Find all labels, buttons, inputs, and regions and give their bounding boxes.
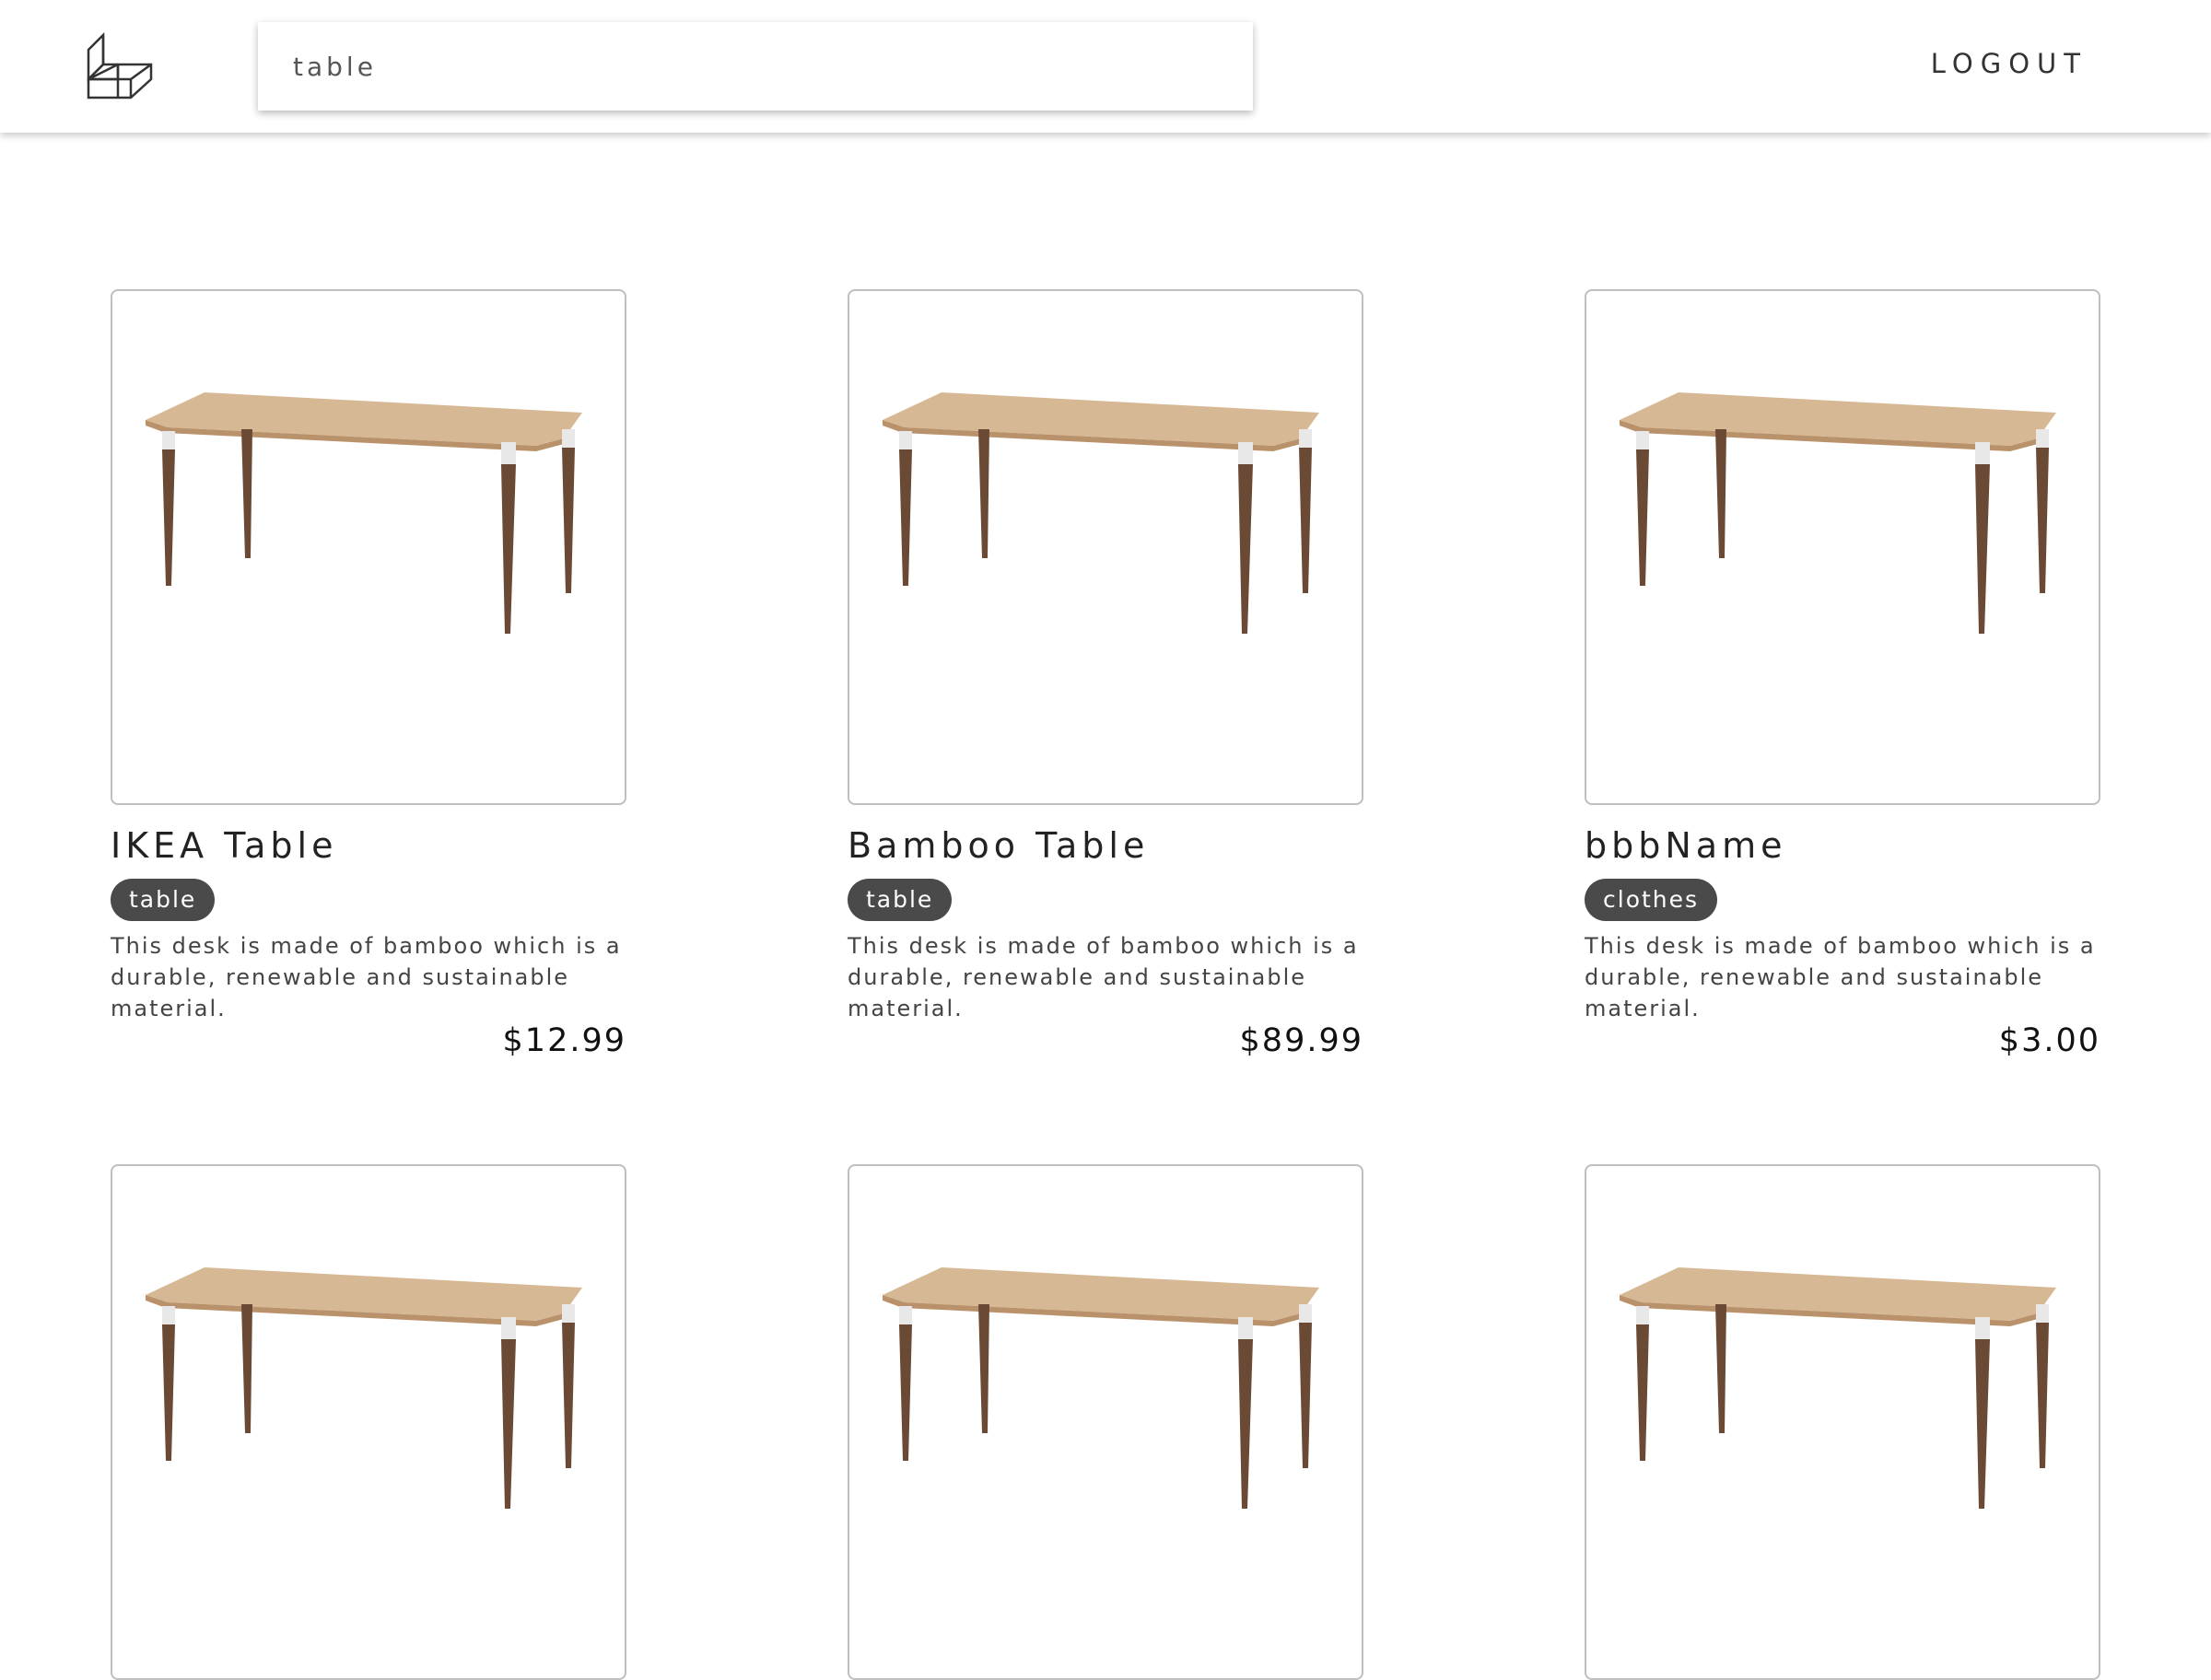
table-image bbox=[1620, 392, 2056, 634]
product-image[interactable] bbox=[1585, 289, 2100, 805]
product-price: $3.00 bbox=[1998, 1022, 2100, 1059]
product-name[interactable]: bbbName bbox=[1585, 825, 1786, 866]
product-price: $89.99 bbox=[1239, 1022, 1363, 1059]
category-tag[interactable]: clothes bbox=[1585, 879, 1718, 921]
product-description: This desk is made of bamboo which is a d… bbox=[111, 933, 622, 1021]
product-description: This desk is made of bamboo which is a d… bbox=[848, 933, 1359, 1021]
search-input[interactable] bbox=[293, 51, 1253, 82]
logout-button[interactable]: LOGOUT bbox=[1931, 48, 2088, 79]
cube-logo-icon[interactable] bbox=[85, 31, 155, 99]
search-bar[interactable] bbox=[258, 22, 1253, 111]
product-description: This desk is made of bamboo which is a d… bbox=[1585, 933, 2096, 1021]
product-image[interactable] bbox=[111, 1164, 626, 1680]
category-tag[interactable]: table bbox=[111, 879, 216, 921]
table-image bbox=[883, 1267, 1319, 1509]
table-image bbox=[146, 1267, 582, 1509]
table-image bbox=[1620, 1267, 2056, 1509]
product-name[interactable]: IKEA Table bbox=[111, 825, 337, 866]
top-header: LOGOUT bbox=[0, 0, 2211, 133]
table-image bbox=[883, 392, 1319, 634]
category-tag[interactable]: table bbox=[848, 879, 953, 921]
product-image[interactable] bbox=[111, 289, 626, 805]
product-image[interactable] bbox=[1585, 1164, 2100, 1680]
product-image[interactable] bbox=[848, 289, 1363, 805]
product-name[interactable]: Bamboo Table bbox=[848, 825, 1149, 866]
product-image[interactable] bbox=[848, 1164, 1363, 1680]
table-image bbox=[146, 392, 582, 634]
product-price: $12.99 bbox=[502, 1022, 626, 1059]
